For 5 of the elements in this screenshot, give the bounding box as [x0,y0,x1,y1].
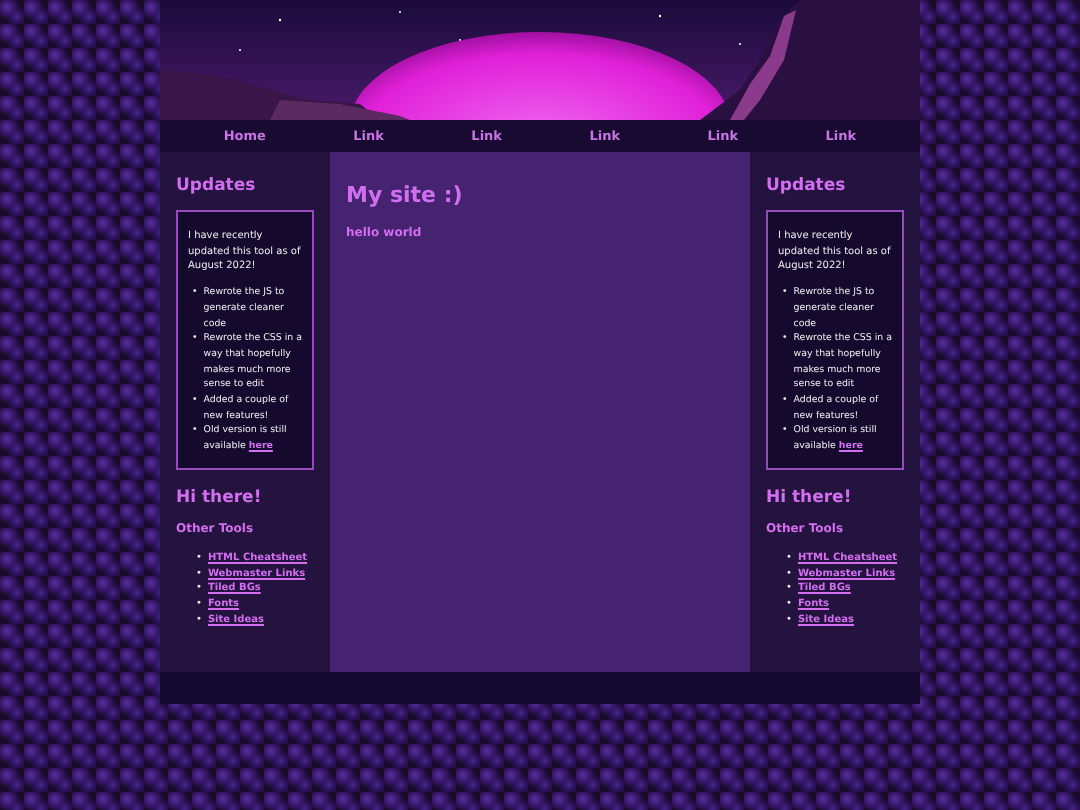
page-heading: My site :) [346,182,465,208]
sidebar-heading: Updates [766,176,848,196]
sidebar-heading: Updates [176,176,258,196]
sidebar-heading: Hi there! [766,487,854,508]
sidebar-heading: Hi there! [176,487,264,508]
